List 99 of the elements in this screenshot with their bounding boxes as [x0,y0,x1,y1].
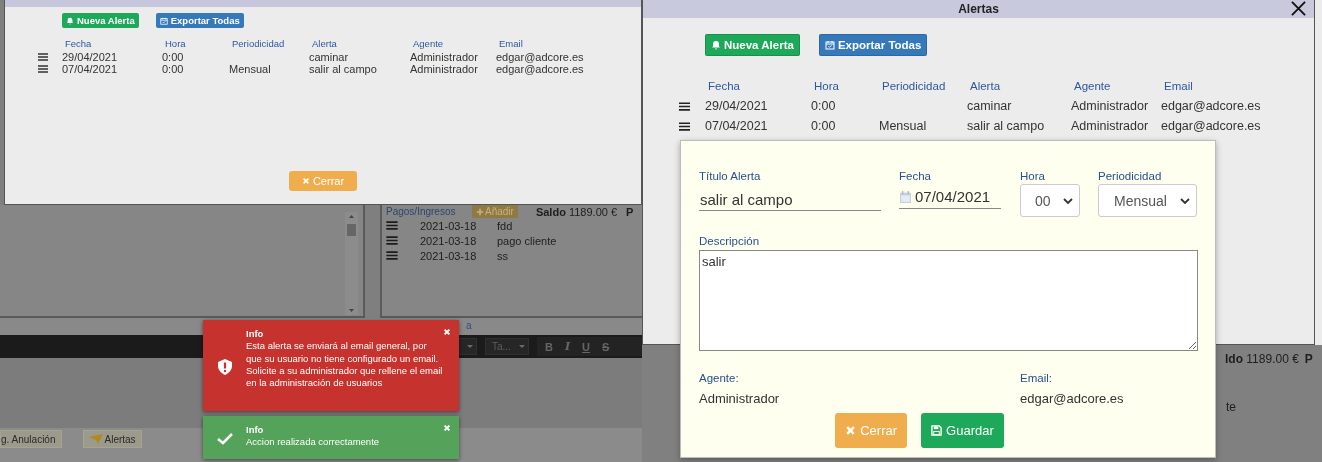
field-label: Agente: [699,371,740,385]
notification-title: Info [246,424,265,437]
notification-title: Info [246,328,265,341]
shield-icon [217,358,233,375]
table-cell-text: Administrador [1071,118,1150,135]
notification-message: Esta alerta se enviará al email general, por que su usuario no tiene configurado un email. Solicite a su administrador que rellene el email en la administración de usuarios [246,340,443,390]
column-header: Agente [1073,79,1112,94]
column-header: Fecha [707,79,741,94]
format-button[interactable]: U [580,340,593,353]
table-cell-text: 0:00 [811,98,837,115]
table-cell-text: 0:00 [162,63,185,76]
footer-button[interactable]: Alertas [82,430,142,448]
table-cell-text: 29/04/2021 [705,98,769,115]
calendar-check-icon [159,16,168,25]
plus-icon [476,207,484,216]
table-cell: fdd [497,219,513,232]
format-button[interactable]: S [600,340,612,353]
close-icon [845,425,857,436]
email-value: edgar@adcore.es [1020,391,1125,406]
close-button[interactable]: Cerrar [289,171,357,191]
table-cell-text: Administrador [1071,98,1150,115]
table-cell-text: Mensual [879,118,928,135]
table-cell-text: 2021-03-18 [420,249,478,262]
toolbar-button[interactable]: Nueva Alerta [62,13,139,28]
table-cell-text: 0:00 [162,50,185,63]
table-cell-text: Administrador [410,50,479,63]
toolbar-button[interactable]: Exportar Todas [155,13,244,28]
toolbar-button[interactable]: Exportar Todas [818,34,928,56]
column-header: Hora [813,79,840,94]
field-label: Hora [1020,169,1046,183]
table-cell: pago cliente [497,234,557,247]
dialog-title: Alertas [958,2,999,16]
balance-text: ldo 1189.00 € [1225,352,1299,366]
paper-plane-icon [88,434,103,444]
chevron-icon [1063,197,1073,204]
column-header: Periodicidad [231,38,286,51]
table-cell-text: edgar@adcore.es [1161,118,1262,135]
footer-button[interactable]: g. Anulación [0,430,62,448]
column-header: Hora [164,38,187,51]
column-header: Email [498,38,524,51]
format-button[interactable]: I [562,340,573,353]
column-header: Email [1163,79,1194,94]
caret-icon [519,345,525,348]
title-field[interactable]: salir al campo [699,191,881,211]
table-cell-text: salir al campo [309,63,378,76]
close-button[interactable]: Cerrar [835,413,908,448]
bell-icon [711,40,721,50]
date-field[interactable]: 07/04/2021 [899,187,1001,209]
table-cell-text: edgar@adcore.es [496,63,585,76]
balance-text: Saldo 1189.00 € [535,205,618,218]
hour-select[interactable]: 00 [1020,184,1080,217]
table-cell-text: edgar@adcore.es [1161,98,1262,115]
text-fragment: te [1225,400,1237,414]
scrollbar[interactable] [345,212,358,315]
calendar-check-icon [824,40,835,50]
cut-label: P [626,205,634,218]
table-cell: ss [497,249,508,262]
table-cell-text: 2021-03-18 [420,219,478,232]
table-cell-text: caminar [967,98,1013,115]
field-label: Fecha [899,169,932,183]
format-button[interactable]: B [543,340,555,353]
field-label: Título Alerta [699,169,762,183]
calendar-icon [900,190,911,203]
column-header: Agente [412,38,445,51]
caret-icon [467,345,473,348]
column-header: Alerta [969,79,1002,94]
menu-icon[interactable] [679,122,690,131]
close-icon [301,177,310,185]
menu-icon[interactable] [679,102,690,111]
period-select[interactable]: Mensual [1098,184,1197,217]
table-cell-text: Mensual [229,63,272,76]
field-label: Email: [1020,371,1053,385]
table-cell-text: 29/04/2021 [62,50,119,63]
section-title: Pagos/Ingresos [386,206,457,217]
table-cell-text: 07/04/2021 [62,63,119,76]
table-cell-text: caminar [309,50,350,63]
cut-label: P [1304,352,1313,366]
column-header: Fecha [64,38,93,51]
check-icon [217,430,233,447]
link[interactable]: a [466,320,472,331]
column-header: Periodicidad [881,79,947,94]
field-label: Periodicidad [1098,169,1163,183]
chevron-icon [1180,197,1190,204]
notification-message: Accion realizada correctamente [246,436,381,449]
close-icon[interactable] [1291,1,1306,16]
table-cell-text: Administrador [410,63,479,76]
bell-icon [66,16,74,25]
table-cell-text: edgar@adcore.es [496,50,585,63]
table-cell-text: salir al campo [967,118,1046,135]
field-label: Descripción [699,234,761,248]
add-button[interactable]: Añadir [472,205,518,218]
table-cell-text: 2021-03-18 [420,234,478,247]
table-cell-text: 0:00 [811,118,837,135]
save-button[interactable]: Guardar [921,413,1004,448]
toolbar-button[interactable]: Nueva Alerta [705,34,800,56]
table-cell-text: 07/04/2021 [705,118,769,135]
agent-value: Administrador [699,391,781,406]
column-header: Alerta [311,38,338,51]
description-field[interactable]: salir [699,250,1198,351]
